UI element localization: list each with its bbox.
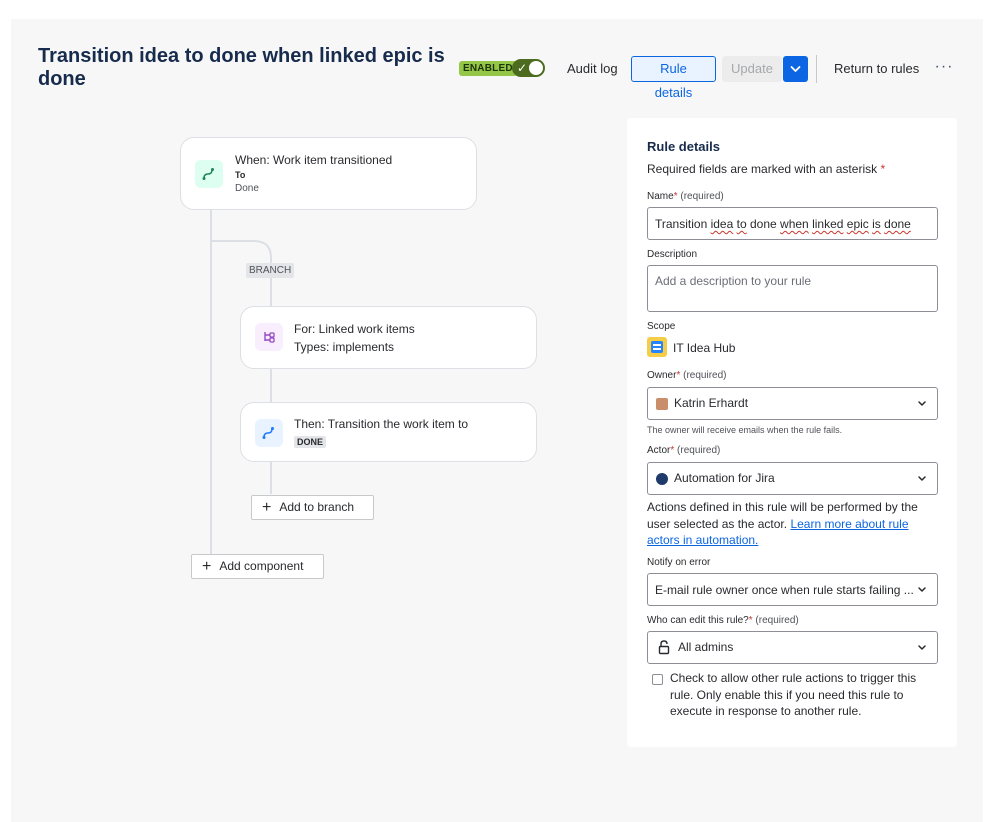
- header-divider: [816, 55, 817, 83]
- description-field[interactable]: Add a description to your rule: [647, 265, 938, 312]
- actor-select[interactable]: Automation for Jira: [647, 462, 938, 495]
- owner-label: Owner* (required): [647, 370, 727, 381]
- action-card[interactable]: Then: Transition the work item to DONE: [240, 402, 537, 462]
- name-word: epic: [846, 217, 869, 231]
- name-word: Transition: [655, 217, 708, 231]
- action-card-line1: Then: Transition the work item to: [294, 417, 469, 431]
- name-field[interactable]: Transition idea to done when linked epic…: [647, 207, 938, 240]
- name-word: linked: [812, 217, 844, 231]
- required-text: (required): [755, 615, 799, 626]
- rule-details-panel: Rule details Required fields are marked …: [627, 118, 957, 747]
- name-word: done: [884, 217, 911, 231]
- description-label: Description: [647, 249, 698, 260]
- actor-label: Actor* (required): [647, 445, 720, 456]
- user-avatar: [656, 398, 668, 410]
- name-label-text: Name: [647, 191, 674, 202]
- required-text: (required): [683, 370, 727, 381]
- transition-icon: [202, 168, 214, 180]
- required-text: (required): [680, 191, 724, 202]
- branch-card-line1: For: Linked work items: [294, 322, 415, 336]
- name-label: Name* (required): [647, 191, 724, 202]
- trigger-title: When: Work item transitioned: [235, 153, 393, 167]
- trigger-icon-box: [195, 160, 223, 188]
- who-can-edit-select[interactable]: All admins: [647, 631, 938, 664]
- name-word: when: [780, 217, 809, 231]
- chevron-down-icon: [918, 476, 926, 481]
- allow-trigger-label: Check to allow other rule actions to tri…: [670, 671, 917, 718]
- panel-title: Rule details: [647, 139, 720, 154]
- notify-label: Notify on error: [647, 557, 711, 568]
- who-can-edit-label-text: Who can edit this rule?: [647, 615, 749, 626]
- owner-select[interactable]: Katrin Erhardt: [647, 387, 938, 420]
- automation-avatar: [656, 473, 668, 485]
- name-word: is: [872, 217, 881, 231]
- chevron-down-icon: [918, 645, 926, 650]
- trigger-sub-value: Done: [235, 183, 259, 194]
- rule-details-button[interactable]: Rule details: [631, 56, 716, 100]
- trigger-sub-label: To: [235, 170, 246, 180]
- add-component-label: Add component: [219, 559, 304, 573]
- scope-value: IT Idea Hub: [673, 341, 736, 355]
- plus-icon: +: [202, 558, 212, 575]
- status-badge: ENABLED: [459, 61, 517, 76]
- notify-select[interactable]: E-mail rule owner once when rule starts …: [647, 573, 938, 606]
- plus-icon: +: [262, 499, 272, 516]
- update-button[interactable]: Update: [722, 56, 782, 82]
- chevron-down-icon: [918, 587, 926, 592]
- branch-connector-2: [270, 368, 272, 403]
- asterisk: *: [880, 162, 886, 176]
- project-icon: [651, 341, 663, 353]
- name-word: done: [749, 217, 777, 231]
- asterisk: *: [676, 370, 681, 381]
- branch-icon: [264, 332, 275, 343]
- page-title: Transition idea to done when linked epic…: [38, 45, 445, 90]
- actor-help: Actions defined in this rule will be per…: [647, 499, 937, 549]
- allow-trigger-checkbox[interactable]: [652, 674, 663, 685]
- asterisk: *: [673, 191, 678, 202]
- name-field-value: Transition idea to done when linked epic…: [655, 217, 911, 231]
- asterisk: *: [748, 615, 753, 626]
- chevron-down-icon: [790, 66, 801, 72]
- branch-connector-3: [270, 461, 272, 494]
- toggle-knob: [529, 61, 543, 75]
- name-word: to: [736, 217, 747, 231]
- enabled-toggle[interactable]: ✓: [512, 59, 545, 77]
- trigger-card[interactable]: When: Work item transitioned To Done: [180, 137, 477, 210]
- return-to-rules-button[interactable]: Return to rules: [825, 56, 928, 82]
- chevron-down-icon: [918, 401, 926, 406]
- update-dropdown-button[interactable]: [783, 56, 808, 82]
- scope-avatar: [647, 337, 667, 357]
- asterisk: *: [670, 445, 675, 456]
- description-placeholder: Add a description to your rule: [655, 274, 812, 288]
- who-can-edit-label: Who can edit this rule?* (required): [647, 615, 799, 626]
- add-to-branch-button[interactable]: + Add to branch: [251, 495, 374, 520]
- owner-help: The owner will receive emails when the r…: [647, 425, 843, 435]
- branch-card[interactable]: For: Linked work items Types: implements: [240, 306, 537, 369]
- action-card-pill-wrap: DONE: [294, 434, 327, 448]
- branch-icon-box: [255, 323, 283, 351]
- required-text: (required): [677, 445, 721, 456]
- audit-log-button[interactable]: Audit log: [558, 56, 627, 82]
- add-to-branch-label: Add to branch: [279, 500, 355, 514]
- status-pill: DONE: [294, 436, 327, 448]
- check-icon: ✓: [517, 61, 528, 75]
- notify-value: E-mail rule owner once when rule starts …: [655, 583, 914, 597]
- actor-value: Automation for Jira: [674, 471, 775, 485]
- more-icon[interactable]: ···: [933, 58, 955, 78]
- action-icon-box: [255, 419, 283, 447]
- branch-label: BRANCH: [246, 263, 295, 278]
- transition-icon: [262, 427, 274, 439]
- required-note-text: Required fields are marked with an aster…: [647, 162, 878, 176]
- owner-label-text: Owner: [647, 370, 677, 381]
- who-can-edit-value: All admins: [678, 640, 734, 654]
- required-note: Required fields are marked with an aster…: [647, 162, 885, 176]
- unlock-icon: [658, 640, 670, 655]
- actor-label-text: Actor: [647, 445, 671, 456]
- name-word: idea: [710, 217, 734, 231]
- scope-label: Scope: [647, 321, 676, 332]
- branch-card-line2: Types: implements: [294, 340, 395, 354]
- owner-value: Katrin Erhardt: [674, 396, 749, 410]
- add-component-button[interactable]: + Add component: [191, 554, 324, 579]
